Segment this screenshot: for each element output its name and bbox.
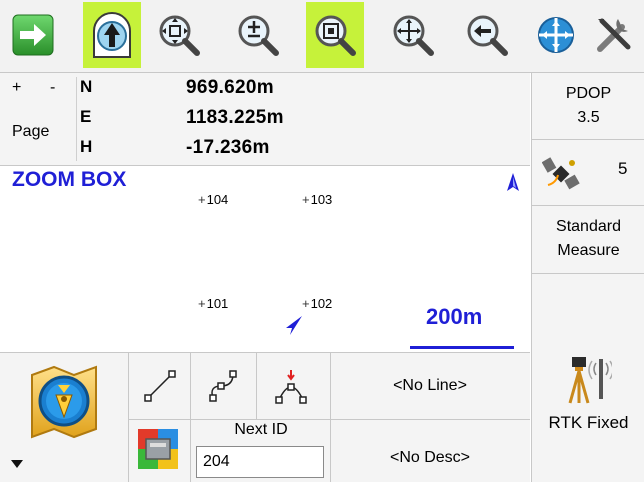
zoom-box-button[interactable] xyxy=(306,2,364,68)
globe-button[interactable] xyxy=(528,2,584,68)
line-tool-button[interactable] xyxy=(129,355,191,417)
map-view[interactable]: ZOOM BOX +104 +103 +101 +102 200m xyxy=(0,166,530,353)
north-arrow-icon xyxy=(507,173,519,191)
survey-point[interactable]: +104 xyxy=(198,192,228,207)
page-plus-button[interactable]: + xyxy=(12,79,21,97)
map-mode-label: ZOOM BOX xyxy=(12,168,127,191)
page-label: Page xyxy=(12,123,50,140)
point-id: 104 xyxy=(206,192,229,207)
survey-point[interactable]: +102 xyxy=(302,296,332,311)
scale-label: 200m xyxy=(426,304,483,329)
divider xyxy=(76,77,77,161)
arc-tool-button[interactable] xyxy=(260,355,322,417)
next-id-label: Next ID xyxy=(234,421,288,438)
bottom-panel: <No Line> <No Desc> Next ID xyxy=(0,353,530,482)
zoom-extents-button[interactable] xyxy=(150,2,208,68)
zoom-previous-icon xyxy=(467,15,508,56)
app-window: + - Page N E H 969.620m 1183.225m -17.23… xyxy=(0,0,644,482)
zoom-in-out-button[interactable] xyxy=(229,2,287,68)
map-up-icon xyxy=(93,12,131,58)
height-value: -17.236m xyxy=(186,137,270,158)
northing-value: 969.620m xyxy=(186,77,274,98)
divider xyxy=(532,273,644,274)
zoom-extents-icon xyxy=(159,15,200,56)
globe-icon xyxy=(538,17,574,53)
chevron-down-icon[interactable] xyxy=(10,459,24,469)
pan-button[interactable] xyxy=(384,2,442,68)
rtk-status-label: RTK Fixed xyxy=(548,413,629,432)
zoom-in-out-icon xyxy=(238,15,279,56)
point-object-icon[interactable] xyxy=(28,365,100,439)
easting-value: 1183.225m xyxy=(186,107,284,128)
satellite-icon xyxy=(542,157,580,190)
northing-label: N xyxy=(80,77,93,96)
map-up-button[interactable] xyxy=(83,2,141,68)
coordinate-panel: + - Page N E H 969.620m 1183.225m -17.23… xyxy=(0,73,530,166)
pan-icon xyxy=(393,15,434,56)
next-id-input[interactable] xyxy=(196,446,324,478)
curve-segment-icon xyxy=(209,370,237,402)
measure-mode-button[interactable]: Standard Measure xyxy=(532,215,644,263)
point-id: 101 xyxy=(206,296,229,311)
zoom-box-icon xyxy=(315,15,356,56)
arc-point-icon xyxy=(275,370,307,404)
pdop-label: PDOP xyxy=(565,85,612,102)
divider xyxy=(532,205,644,206)
status-column: PDOP 3.5 5 Standard Measure RTK Fixed xyxy=(531,73,644,482)
point-id: 102 xyxy=(310,296,333,311)
satellite-count: 5 xyxy=(618,159,628,178)
line-selector[interactable]: <No Line> xyxy=(330,377,530,395)
curve-tool-button[interactable] xyxy=(192,355,254,417)
description-selector[interactable]: <No Desc> xyxy=(330,449,530,467)
divider xyxy=(190,419,191,482)
exit-arrow-icon xyxy=(12,14,54,56)
divider xyxy=(532,139,644,140)
tools-icon xyxy=(597,18,631,52)
layer-icon[interactable] xyxy=(136,427,180,471)
rtk-receiver-icon xyxy=(568,357,612,404)
point-id: 103 xyxy=(310,192,333,207)
toolbar xyxy=(0,0,644,73)
pdop-value: 3.5 xyxy=(577,109,600,126)
survey-point[interactable]: +103 xyxy=(302,192,332,207)
easting-label: E xyxy=(80,107,92,126)
height-label: H xyxy=(80,137,93,156)
zoom-previous-button[interactable] xyxy=(458,2,516,68)
divider xyxy=(128,419,530,420)
divider xyxy=(256,353,257,419)
line-segment-icon xyxy=(144,370,176,402)
measure-mode-line1: Standard xyxy=(556,218,621,235)
current-position-icon xyxy=(286,316,302,335)
tools-button[interactable] xyxy=(586,2,642,68)
page-minus-button[interactable]: - xyxy=(50,79,55,97)
survey-point[interactable]: +101 xyxy=(198,296,228,311)
measure-mode-line2: Measure xyxy=(557,242,620,259)
scale-bar xyxy=(410,346,514,349)
exit-button[interactable] xyxy=(4,2,62,68)
